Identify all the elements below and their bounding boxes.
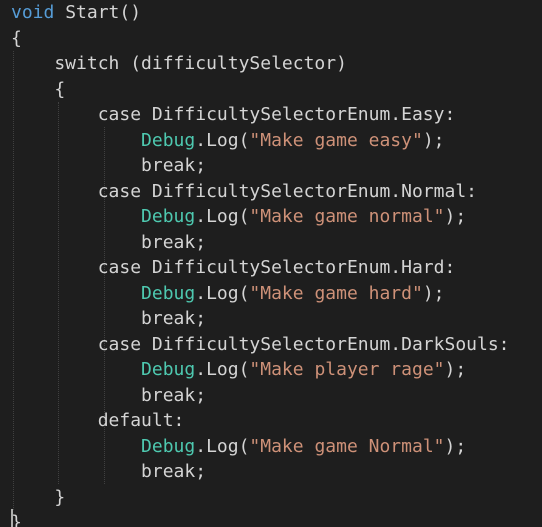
code-line[interactable]: case DifficultySelectorEnum.Easy: (11, 102, 510, 128)
code-token-type: Debug (141, 206, 196, 227)
code-line[interactable]: case DifficultySelectorEnum.Hard: (11, 255, 510, 281)
code-line[interactable]: Debug.Log("Make game normal"); (11, 204, 510, 230)
code-token-plain: break; (11, 231, 207, 253)
code-token-plain: ); (444, 206, 467, 227)
code-token-kw: void (11, 2, 55, 23)
code-token-str: "Make game easy" (249, 129, 423, 151)
code-token-plain: () (119, 2, 142, 23)
code-token-plain: .Log( (195, 206, 250, 227)
code-token-plain: case DifficultySelectorEnum.Hard: (11, 257, 456, 278)
code-token-str: "Make game hard" (249, 282, 423, 304)
code-line[interactable]: break; (11, 306, 510, 332)
code-token-type: Debug (141, 129, 196, 151)
code-token-plain: break; (11, 384, 207, 406)
code-line[interactable]: break; (11, 383, 510, 409)
code-token-plain: break; (11, 155, 207, 176)
code-line[interactable]: } (11, 510, 510, 527)
code-token-plain: { (11, 78, 66, 100)
code-line[interactable]: break; (11, 230, 510, 256)
code-line[interactable]: default: (11, 408, 510, 434)
code-token-plain: ); (444, 359, 467, 380)
code-line[interactable]: Debug.Log("Make player rage"); (11, 357, 510, 383)
code-token-plain: ); (444, 435, 467, 457)
code-editor[interactable]: void Start(){ switch (difficultySelector… (0, 0, 542, 527)
code-line[interactable]: Debug.Log("Make game hard"); (11, 281, 510, 307)
code-token-plain: .Log( (195, 129, 250, 151)
code-token-plain: break; (11, 461, 207, 482)
code-token-plain: case DifficultySelectorEnum.Easy: (11, 104, 456, 125)
code-line[interactable]: break; (11, 459, 510, 485)
code-token-type: Debug (141, 282, 196, 304)
code-token-plain: switch (difficultySelector) (11, 53, 347, 74)
code-token-type: Debug (141, 435, 196, 457)
code-line[interactable]: Debug.Log("Make game easy"); (11, 128, 510, 154)
code-token-plain: .Log( (195, 282, 250, 304)
code-line[interactable]: Debug.Log("Make game Normal"); (11, 434, 510, 460)
code-line[interactable]: void Start() (11, 0, 510, 26)
code-line[interactable]: break; (11, 153, 510, 179)
code-token-plain: } (11, 486, 66, 508)
code-line[interactable]: case DifficultySelectorEnum.Normal: (11, 179, 510, 205)
code-token-str: "Make player rage" (249, 359, 445, 380)
code-token-plain: { (11, 27, 22, 49)
code-token-str: "Make game Normal" (249, 435, 445, 457)
code-token-plain: case DifficultySelectorEnum.Normal: (11, 180, 477, 202)
code-token-plain: case DifficultySelectorEnum.DarkSouls: (11, 333, 510, 355)
code-token-str: "Make game normal" (249, 206, 445, 227)
code-token-plain: Start (65, 2, 120, 23)
code-token-plain: default: (11, 410, 185, 431)
code-token-plain: ); (422, 129, 445, 151)
code-line[interactable]: switch (difficultySelector) (11, 51, 510, 77)
code-token-plain: .Log( (195, 435, 250, 457)
code-line[interactable]: { (11, 26, 510, 52)
code-content[interactable]: void Start(){ switch (difficultySelector… (11, 0, 510, 527)
text-cursor (11, 509, 13, 527)
code-line[interactable]: } (11, 485, 510, 511)
code-token-plain: ); (422, 282, 445, 304)
code-token-plain: break; (11, 308, 207, 329)
code-line[interactable]: { (11, 77, 510, 103)
code-token-plain: .Log( (195, 359, 250, 380)
code-token-type: Debug (141, 359, 196, 380)
code-line[interactable]: case DifficultySelectorEnum.DarkSouls: (11, 332, 510, 358)
